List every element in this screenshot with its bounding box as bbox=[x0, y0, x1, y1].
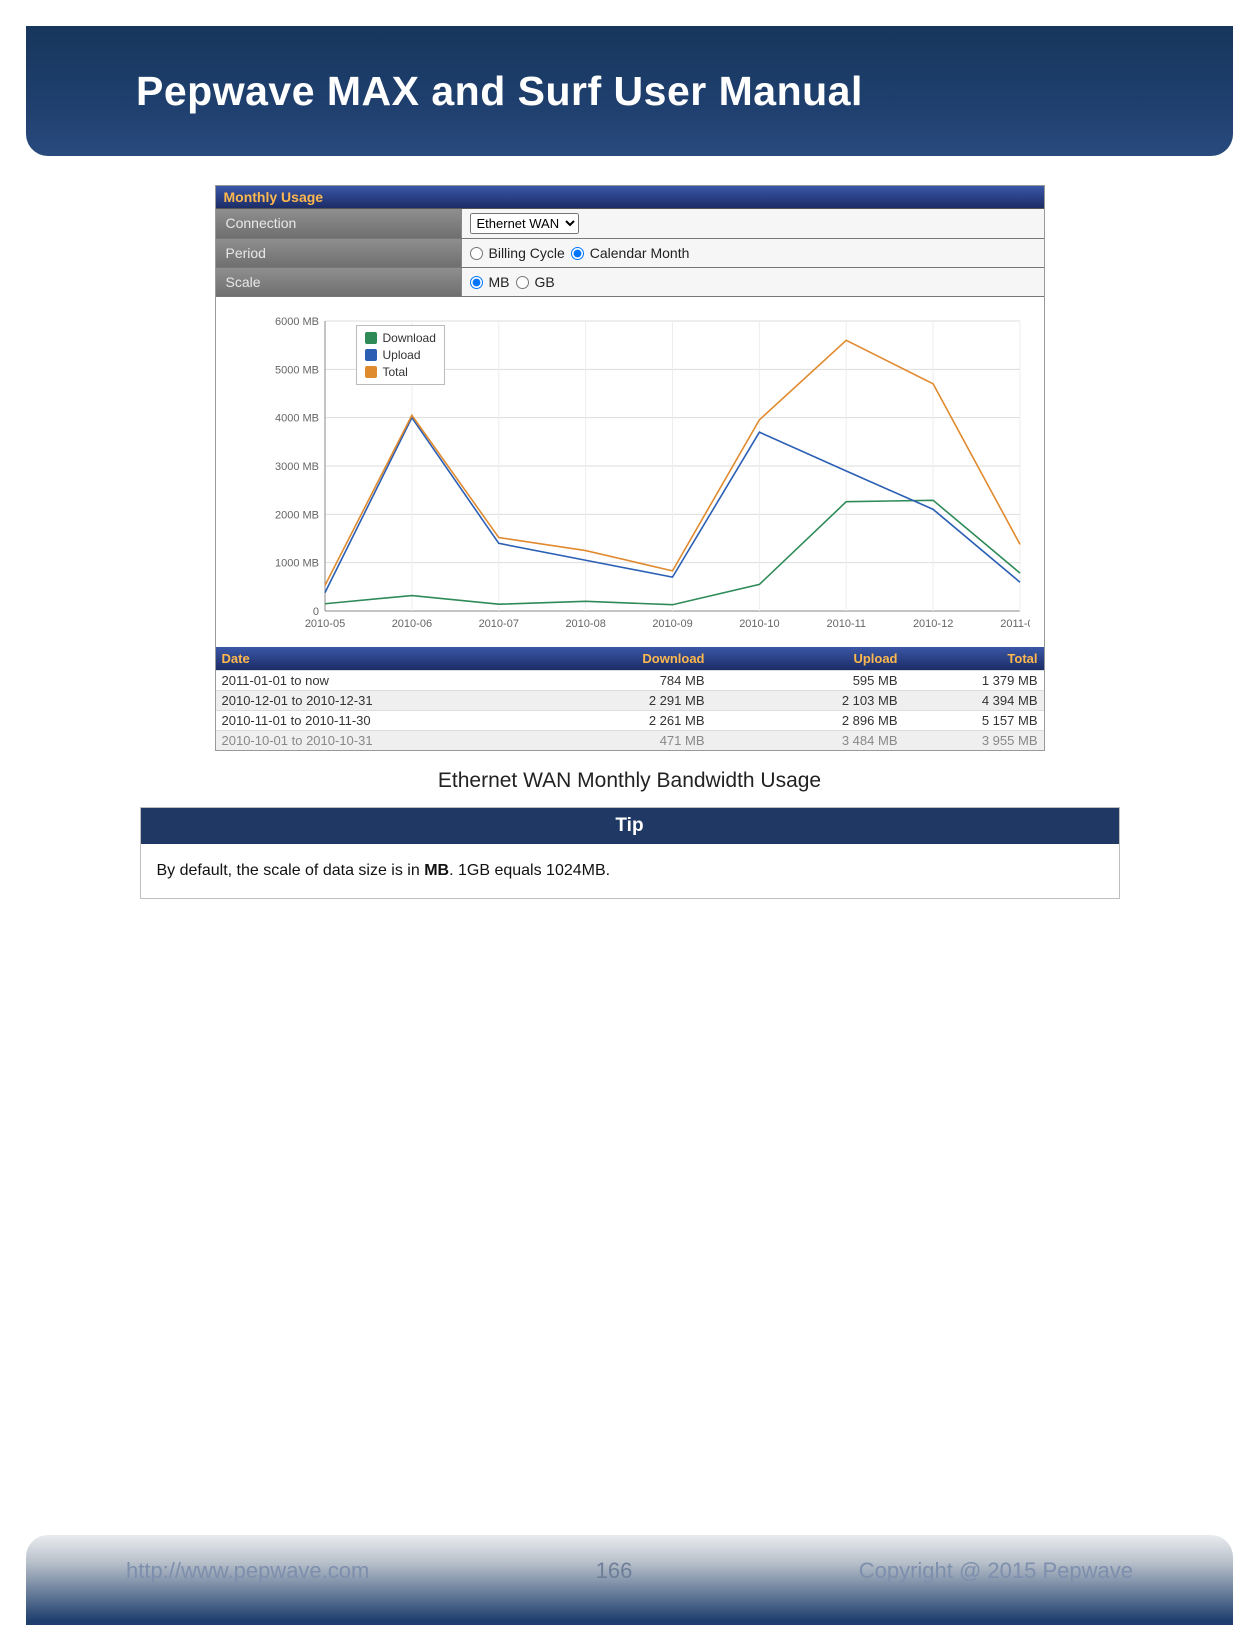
document-title: Pepwave MAX and Surf User Manual bbox=[136, 68, 863, 115]
chart-legend: Download Upload Total bbox=[356, 325, 445, 385]
chart-svg: 0 1000 MB 2000 MB 3000 MB 4000 MB 5000 MB 6000… bbox=[230, 311, 1030, 641]
footer-copyright: Copyright @ 2015 Pepwave bbox=[859, 1558, 1133, 1584]
period-calendar-label: Calendar Month bbox=[590, 245, 690, 261]
svg-text:2010-05: 2010-05 bbox=[304, 618, 344, 630]
document-header: Pepwave MAX and Surf User Manual bbox=[26, 26, 1233, 156]
footer-url: http://www.pepwave.com bbox=[126, 1558, 369, 1584]
svg-text:1000 MB: 1000 MB bbox=[274, 558, 318, 570]
scale-label: Scale bbox=[216, 268, 461, 296]
connection-select[interactable]: Ethernet WAN bbox=[470, 213, 579, 234]
svg-text:2011-01: 2011-01 bbox=[1000, 618, 1030, 630]
table-header: Date Download Upload Total bbox=[216, 647, 1044, 670]
col-download: Download bbox=[512, 651, 705, 666]
row-period: Period Billing Cycle Calendar Month bbox=[216, 239, 1044, 268]
col-date: Date bbox=[222, 651, 512, 666]
legend-download: Download bbox=[383, 330, 436, 347]
svg-text:2000 MB: 2000 MB bbox=[274, 509, 318, 521]
svg-text:3000 MB: 3000 MB bbox=[274, 461, 318, 473]
table-row[interactable]: 2011-01-01 to now 784 MB 595 MB 1 379 MB bbox=[216, 670, 1044, 690]
page-content: Monthly Usage Connection Ethernet WAN Pe… bbox=[26, 175, 1233, 1531]
table-row[interactable]: 2010-10-01 to 2010-10-31 471 MB 3 484 MB… bbox=[216, 730, 1044, 750]
row-scale: Scale MB GB bbox=[216, 268, 1044, 297]
svg-text:2010-06: 2010-06 bbox=[391, 618, 431, 630]
scale-mb-radio[interactable] bbox=[470, 276, 483, 289]
col-upload: Upload bbox=[705, 651, 898, 666]
col-total: Total bbox=[898, 651, 1038, 666]
period-label: Period bbox=[216, 239, 461, 267]
table-row[interactable]: 2010-12-01 to 2010-12-31 2 291 MB 2 103 … bbox=[216, 690, 1044, 710]
usage-panel: Monthly Usage Connection Ethernet WAN Pe… bbox=[215, 185, 1045, 751]
chart: 0 1000 MB 2000 MB 3000 MB 4000 MB 5000 MB 6000… bbox=[216, 297, 1044, 647]
svg-text:4000 MB: 4000 MB bbox=[274, 413, 318, 425]
svg-text:2010-07: 2010-07 bbox=[478, 618, 518, 630]
svg-text:2010-12: 2010-12 bbox=[912, 618, 952, 630]
scale-mb-label: MB bbox=[489, 274, 510, 290]
connection-label: Connection bbox=[216, 209, 461, 238]
svg-text:2010-11: 2010-11 bbox=[826, 618, 866, 630]
panel-title: Monthly Usage bbox=[216, 186, 1044, 209]
tip-header: Tip bbox=[141, 808, 1119, 844]
period-calendar-radio[interactable] bbox=[571, 247, 584, 260]
svg-text:6000 MB: 6000 MB bbox=[274, 316, 318, 328]
svg-text:2010-09: 2010-09 bbox=[652, 618, 692, 630]
row-connection: Connection Ethernet WAN bbox=[216, 209, 1044, 239]
table-body: 2011-01-01 to now 784 MB 595 MB 1 379 MB… bbox=[216, 670, 1044, 750]
scale-gb-label: GB bbox=[535, 274, 555, 290]
period-billing-radio[interactable] bbox=[470, 247, 483, 260]
scale-gb-radio[interactable] bbox=[516, 276, 529, 289]
legend-total: Total bbox=[383, 364, 408, 381]
tip-body: By default, the scale of data size is in… bbox=[141, 844, 1119, 898]
svg-text:0: 0 bbox=[312, 606, 318, 618]
period-billing-label: Billing Cycle bbox=[489, 245, 565, 261]
svg-text:5000 MB: 5000 MB bbox=[274, 364, 318, 376]
figure-caption: Ethernet WAN Monthly Bandwidth Usage bbox=[106, 769, 1153, 793]
legend-upload: Upload bbox=[383, 347, 421, 364]
table-row[interactable]: 2010-11-01 to 2010-11-30 2 261 MB 2 896 … bbox=[216, 710, 1044, 730]
document-footer: http://www.pepwave.com 166 Copyright @ 2… bbox=[26, 1535, 1233, 1625]
svg-text:2010-10: 2010-10 bbox=[739, 618, 779, 630]
svg-text:2010-08: 2010-08 bbox=[565, 618, 605, 630]
footer-page: 166 bbox=[596, 1558, 633, 1584]
tip-box: Tip By default, the scale of data size i… bbox=[140, 807, 1120, 899]
